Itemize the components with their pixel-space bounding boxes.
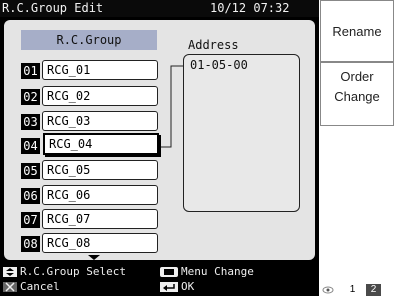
up-down-arrows-icon — [3, 267, 17, 277]
row-name: RCG_05 — [42, 160, 158, 180]
row-number: 07 — [21, 212, 40, 228]
page-indicator: 1 2 — [319, 282, 395, 296]
address-label: Address — [188, 38, 239, 52]
row-name: RCG_06 — [42, 185, 158, 205]
scroll-down-arrow-icon[interactable] — [88, 255, 100, 260]
side-buttons: Rename Order Change — [319, 0, 395, 296]
row-number: 05 — [21, 163, 40, 179]
rc-group-row[interactable]: 05 RCG_05 — [21, 160, 161, 182]
page-2-tab[interactable]: 2 — [366, 284, 381, 296]
page-1-tab[interactable]: 1 — [345, 284, 360, 296]
main-display: R.C.Group Edit 10/12 07:32 R.C.Group Add… — [0, 0, 319, 296]
rc-group-row[interactable]: 06 RCG_06 — [21, 185, 161, 207]
menu-change-hint: Menu Change — [160, 265, 254, 278]
date-time: 10/12 07:32 — [210, 1, 290, 15]
row-name: RCG_03 — [42, 111, 158, 131]
rename-label: Rename — [332, 24, 382, 39]
row-number: 02 — [21, 89, 40, 105]
row-number: 01 — [21, 63, 40, 79]
rc-group-row[interactable]: 07 RCG_07 — [21, 209, 161, 231]
order-change-button[interactable]: Order Change — [320, 62, 394, 126]
row-number: 03 — [21, 114, 40, 130]
rc-group-row-selected[interactable]: 04 RCG_04 — [21, 133, 161, 157]
rename-button[interactable]: Rename — [320, 0, 394, 62]
row-name: RCG_07 — [42, 209, 158, 229]
eye-icon — [322, 286, 334, 294]
ok-label: OK — [181, 280, 195, 293]
cancel-label: Cancel — [20, 280, 60, 293]
row-number: 06 — [21, 188, 40, 204]
content-panel: R.C.Group Address 01-05-00 01 RCG_01 02 … — [4, 20, 315, 260]
select-hint-label: R.C.Group Select — [20, 265, 126, 278]
ok-hint: OK — [160, 280, 194, 293]
rc-group-row[interactable]: 01 RCG_01 — [21, 60, 161, 82]
rc-group-row[interactable]: 02 RCG_02 — [21, 86, 161, 108]
row-name: RCG_01 — [42, 60, 158, 80]
row-name: RCG_04 — [43, 133, 159, 155]
menu-icon — [160, 267, 178, 277]
screen: R.C.Group Edit 10/12 07:32 R.C.Group Add… — [0, 0, 395, 296]
key-guide: R.C.Group Select Menu Change Cancel OK — [0, 263, 319, 296]
title-bar: R.C.Group Edit 10/12 07:32 — [0, 0, 319, 17]
row-number: 08 — [21, 236, 40, 252]
menu-change-label: Menu Change — [181, 265, 254, 278]
row-name: RCG_08 — [42, 233, 158, 253]
cancel-x-icon — [3, 282, 17, 292]
enter-return-icon — [160, 282, 178, 292]
row-number: 04 — [21, 138, 40, 154]
rc-group-header: R.C.Group — [21, 30, 157, 50]
screen-title: R.C.Group Edit — [2, 1, 104, 15]
rc-group-row[interactable]: 03 RCG_03 — [21, 111, 161, 133]
address-value: 01-05-00 — [190, 58, 248, 72]
row-name: RCG_02 — [42, 86, 158, 106]
rc-group-row[interactable]: 08 RCG_08 — [21, 233, 161, 255]
select-hint: R.C.Group Select — [3, 265, 126, 278]
cancel-hint: Cancel — [3, 280, 60, 293]
order-label-line2: Change — [334, 89, 380, 104]
order-label-line1: Order — [340, 69, 374, 84]
address-box: 01-05-00 — [183, 54, 300, 212]
